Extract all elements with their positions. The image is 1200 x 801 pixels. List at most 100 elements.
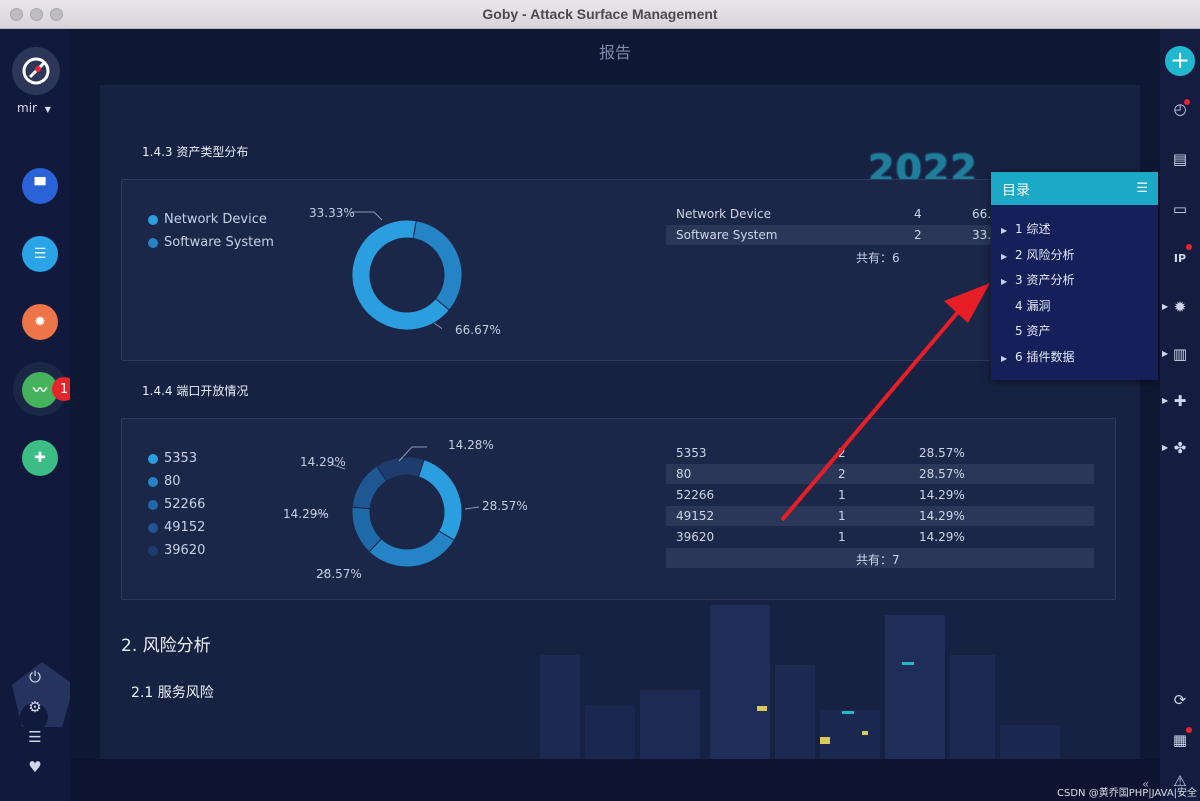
legend-dot-icon (148, 522, 158, 533)
gear-icon[interactable]: ⚙ (25, 697, 45, 717)
service-risk-heading: 2.1 服务风险 (131, 685, 214, 701)
username-dropdown[interactable]: mir ▼ (17, 101, 51, 115)
server-icon[interactable]: ▤ (1170, 149, 1190, 169)
pct-software-system: 33.33% (309, 206, 355, 220)
caret-right-icon: ▶ (1001, 277, 1008, 286)
table-row: 52266 1 14.29% (666, 485, 1094, 505)
pct-label-3: 28.57% (316, 567, 362, 581)
report-document: 2022 1.4.3 资产类型分布 Network Device Softwar… (100, 85, 1140, 765)
cell-name: Network Device (676, 207, 771, 221)
toc-item[interactable]: 5 资产 (1001, 322, 1050, 339)
caret-right-icon: ▶ (1001, 353, 1008, 363)
nav-vulnerability-button[interactable]: ✹ (22, 304, 58, 340)
cell-count: 1 (838, 488, 846, 502)
legend-port-49152[interactable]: 49152 (148, 520, 205, 535)
main-panel: 报告 2022 1.4.3 资产类型分布 Network Device Soft… (70, 29, 1160, 801)
risk-analysis-heading: 2. 风险分析 (121, 636, 211, 656)
toc-header: 目录 ☰ (991, 172, 1158, 205)
cell-port: 49152 (676, 509, 715, 523)
collapse-toc-icon[interactable]: ☰ (1136, 181, 1148, 196)
legend-port-52266[interactable]: 52266 (148, 497, 205, 512)
pct-label-4: 14.29% (283, 507, 329, 521)
legend-dot-icon (148, 453, 158, 464)
legend-software-system[interactable]: Software System (148, 235, 274, 250)
asset-types-leader-lines (352, 211, 442, 330)
table-row: 39620 1 14.29% (666, 527, 1094, 547)
rocket-logo-icon (22, 57, 50, 85)
nav-plugins-button[interactable]: ✚ (22, 440, 58, 476)
avatar[interactable] (12, 47, 60, 95)
watermark: CSDN @黄乔国PHP|JAVA|安全 (1057, 788, 1198, 799)
ip-icon[interactable]: IP (1170, 249, 1190, 269)
table-row: 80 2 28.57% (666, 464, 1094, 484)
cell-port: 5353 (676, 446, 707, 460)
bug-icon[interactable]: ✹ (1170, 297, 1190, 317)
server-icon: ☰ (33, 246, 47, 262)
toc-item[interactable]: ▶ 1 综述 (1001, 220, 1050, 237)
toc-item[interactable]: ▶ 2 风险分析 (1001, 246, 1074, 263)
legend-dot-icon (148, 237, 158, 248)
ports-table: 5353 2 28.57% 80 2 28.57% 52266 1 14.29% 49152 1 14… (666, 443, 1094, 573)
hat-icon: ▀ (34, 178, 46, 194)
cell-count: 2 (914, 228, 922, 242)
pct-label-2: 28.57% (482, 499, 528, 513)
legend-port-80[interactable]: 80 (148, 474, 181, 489)
expand-caret-icon: ▶ (1162, 443, 1169, 452)
pct-label-1: 14.28% (448, 438, 494, 452)
cell-pct: 28.57% (919, 467, 965, 481)
window-titlebar: Goby - Attack Surface Management (0, 0, 1200, 29)
legend-port-5353[interactable]: 5353 (148, 451, 197, 466)
table-total: 共有：7 (856, 553, 900, 567)
expand-caret-icon: ▶ (1162, 349, 1169, 358)
caret-right-icon: ▶ (1001, 251, 1008, 261)
cell-count: 2 (838, 446, 846, 460)
right-toolbar: + ◴ ▤ ▭ IP ▶ ✹ ▶ ▥ ▶ ✚ ▶ ✤ ⟳ ▦ ⚠ (1160, 29, 1200, 801)
toc-item[interactable]: ▶ 3 资产分析 (1001, 271, 1074, 288)
report-list-icon[interactable]: ▦ (1170, 730, 1190, 750)
cell-port: 39620 (676, 530, 715, 544)
cell-name: Software System (676, 228, 778, 242)
add-scan-button[interactable]: + (1165, 46, 1195, 76)
menu-icon[interactable]: ☰ (25, 727, 45, 747)
legend-dot-icon (148, 214, 158, 225)
left-sidebar: mir ▼ ▀ ☰ ✹ 〰 1 ✚ ⏻ ⚙ ☰ ♥ (0, 29, 76, 801)
table-row: 49152 1 14.29% (666, 506, 1094, 526)
license-icon[interactable]: ♥ (25, 757, 45, 777)
city-skyline-decoration (540, 605, 1060, 765)
legend-dot-icon (148, 499, 158, 510)
pct-label-5: 14.29% (300, 455, 346, 469)
toc-item[interactable]: ▶ 6 插件数据 (1001, 348, 1074, 365)
nav-assets-button[interactable]: ☰ (22, 236, 58, 272)
pct-network-device: 66.67% (455, 323, 501, 337)
expand-caret-icon: ▶ (1162, 302, 1169, 311)
notification-dot (1186, 244, 1192, 250)
bottom-strip (70, 759, 1160, 801)
power-icon[interactable]: ⏻ (25, 667, 45, 687)
section-ports-title: 1.4.4 端口开放情况 (142, 384, 249, 398)
toc-title: 目录 (1002, 183, 1030, 199)
chart-line-icon: 〰 (33, 383, 47, 399)
plugin-settings-icon[interactable]: ✤ (1170, 438, 1190, 458)
legend-port-39620[interactable]: 39620 (148, 543, 205, 558)
refresh-icon[interactable]: ⟳ (1170, 690, 1190, 710)
monitor-icon[interactable]: ▭ (1170, 199, 1190, 219)
cell-pct: 28.57% (919, 446, 965, 460)
legend-network-device[interactable]: Network Device (148, 212, 267, 227)
notification-dot (1186, 727, 1192, 733)
cell-port: 80 (676, 467, 692, 481)
cell-count: 2 (838, 467, 846, 481)
puzzle-icon: ✚ (34, 450, 46, 466)
username-label: mir (17, 101, 37, 115)
mascot-silhouette-icon (12, 662, 74, 731)
cell-pct: 14.29% (919, 488, 965, 502)
legend-dot-icon (148, 545, 158, 556)
ports-card: 5353 80 52266 49152 39620 14.28% 28.57% 28.5… (121, 418, 1116, 600)
toc-item[interactable]: 4 漏洞 (1001, 297, 1050, 314)
nav-scan-button[interactable]: ▀ (22, 168, 58, 204)
window-title: Goby - Attack Surface Management (482, 6, 718, 22)
cell-count: 1 (838, 530, 846, 544)
bar-chart-icon[interactable]: ▥ (1170, 344, 1190, 364)
bug-icon: ✹ (34, 314, 46, 330)
toc-panel: 目录 ☰ ▶ 1 综述 ▶ 2 风险分析 ▶ 3 资产分析 4 漏洞 5 资产 ▶ 6 插件数据 (991, 172, 1158, 380)
puzzle-icon[interactable]: ✚ (1170, 391, 1190, 411)
